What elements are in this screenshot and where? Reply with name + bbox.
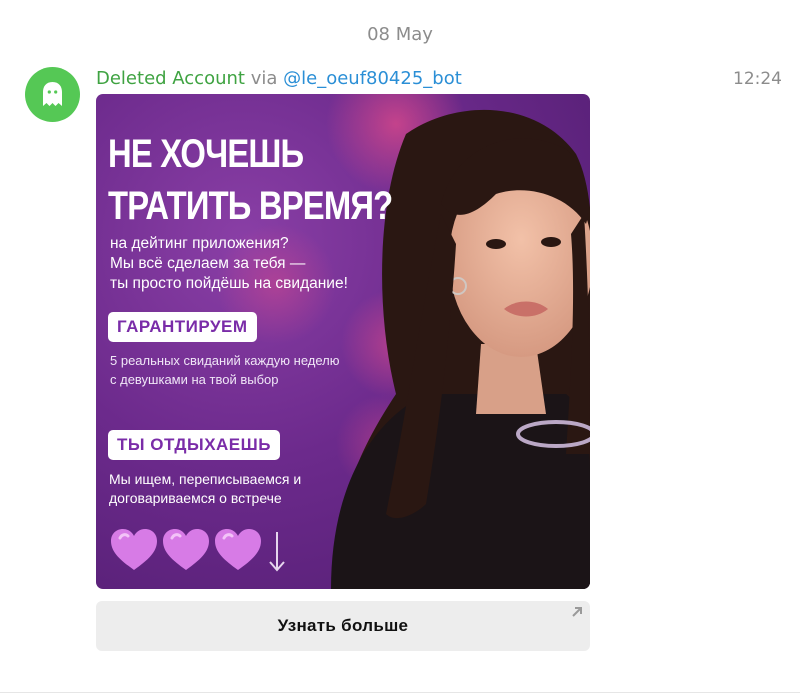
- ad-headline-line2: ТРАТИТЬ ВРЕМЯ?: [108, 184, 393, 228]
- divider: [0, 692, 800, 693]
- learn-more-label: Узнать больше: [277, 616, 409, 635]
- heart-icon: [163, 529, 209, 570]
- ad-note-guarantee: 5 реальных свиданий каждую неделю с деву…: [110, 353, 340, 387]
- avatar[interactable]: [25, 67, 80, 122]
- via-label: via: [250, 68, 278, 89]
- ad-subtext: на дейтинг приложения? Мы всё сделаем за…: [110, 234, 348, 294]
- message-time: 12:24: [733, 69, 782, 89]
- ad-note-relax: Мы ищем, переписываемся и договариваемся…: [109, 471, 302, 506]
- ad-subtext-line2: Мы всё сделаем за тебя —: [110, 255, 306, 272]
- sender-name[interactable]: Deleted Account: [96, 68, 245, 89]
- ad-image[interactable]: НЕ ХОЧЕШЬ ТРАТИТЬ ВРЕМЯ? на дейтинг прил…: [96, 94, 590, 589]
- learn-more-button[interactable]: Узнать больше: [96, 601, 590, 651]
- heart-icon: [215, 529, 261, 570]
- external-link-icon: [572, 607, 582, 617]
- heart-icon: [111, 529, 157, 570]
- bot-handle-link[interactable]: @le_oeuf80425_bot: [283, 68, 462, 89]
- ad-pill-relax: ТЫ ОТДЫХАЕШЬ: [108, 430, 280, 460]
- ghost-icon: [43, 82, 62, 106]
- ad-pill-guarantee: ГАРАНТИРУЕМ: [108, 312, 257, 342]
- arrow-down-icon: [269, 532, 285, 572]
- date-separator: 08 May: [367, 24, 433, 45]
- ad-subtext-line1: на дейтинг приложения?: [110, 235, 289, 252]
- ad-subtext-line3: ты просто пойдёшь на свидание!: [110, 275, 348, 292]
- ad-headline-line1: НЕ ХОЧЕШЬ: [108, 132, 304, 176]
- message-header: Deleted Account via @le_oeuf80425_bot: [96, 68, 462, 89]
